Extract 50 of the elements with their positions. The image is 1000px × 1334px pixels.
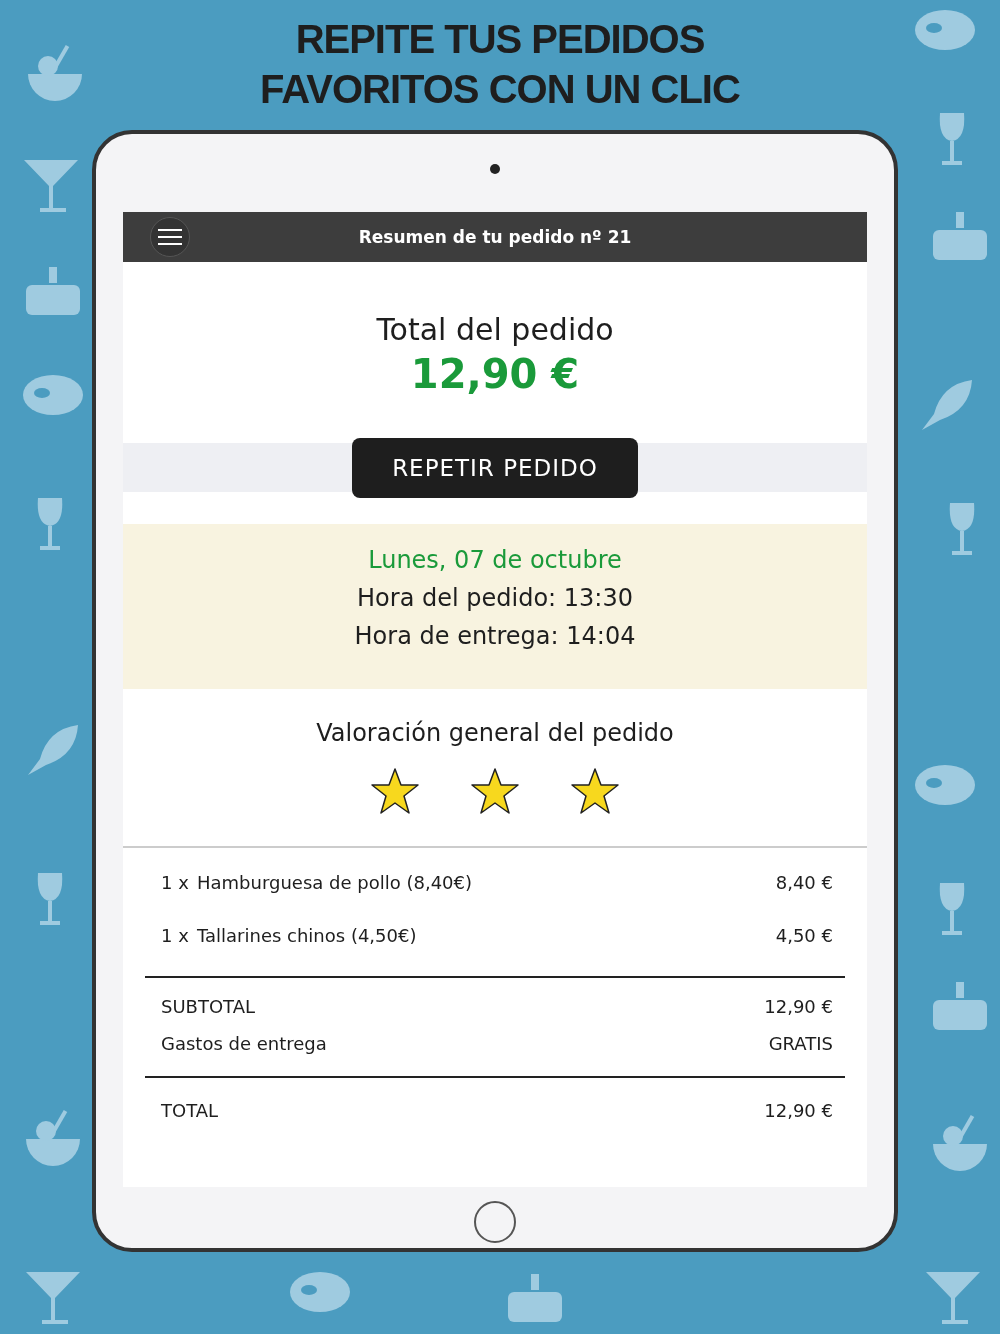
order-time: Hora del pedido: 13:30 (357, 584, 633, 612)
noodle-bowl-icon (26, 1110, 80, 1166)
camera-dot (490, 164, 500, 174)
item-price: 8,40 € (775, 872, 833, 893)
item-name: Hamburguesa de pollo (8,40€) (197, 872, 474, 893)
cake-icon (26, 267, 80, 315)
menu-icon (158, 228, 182, 246)
fish-icon (922, 380, 972, 430)
cake-icon (933, 982, 987, 1030)
steak-icon (290, 1272, 350, 1312)
wine-glass-icon (939, 883, 965, 935)
rating-label: Valoración general del pedido (316, 719, 674, 747)
cake-icon (933, 212, 987, 260)
cocktail-glass-icon (24, 160, 78, 212)
wine-glass-icon (37, 498, 63, 550)
home-button[interactable] (474, 1201, 516, 1243)
item-quantity: 1 x (161, 872, 190, 893)
repeat-order-button[interactable]: REPETIR PEDIDO (352, 437, 638, 498)
delivery-time: Hora de entrega: 14:04 (354, 622, 636, 650)
wine-glass-icon (37, 873, 63, 925)
order-date: Lunes, 07 de octubre (368, 546, 622, 574)
fish-icon (28, 725, 78, 775)
wine-glass-icon (949, 503, 975, 555)
summary-label: Gastos de entrega (161, 1033, 327, 1054)
steak-icon (915, 765, 975, 805)
headline: REPITE TUS PEDIDOS (295, 16, 705, 63)
star-icon (470, 767, 520, 815)
noodle-bowl-icon (933, 1115, 987, 1171)
summary-value: GRATIS (768, 1033, 833, 1054)
total-row-value: 12,90 € (764, 1100, 833, 1121)
steak-icon (915, 10, 975, 50)
item-name: Tallarines chinos (4,50€) (197, 925, 418, 946)
cocktail-glass-icon (26, 1272, 80, 1324)
total-row-label: TOTAL (161, 1100, 219, 1121)
star-icon (570, 767, 620, 815)
star-icon (370, 767, 420, 815)
summary-value: 12,90 € (764, 996, 833, 1017)
item-quantity: 1 x (161, 925, 190, 946)
headline: FAVORITOS CON UN CLIC (260, 66, 740, 113)
menu-button[interactable] (150, 217, 190, 257)
item-price: 4,50 € (775, 925, 833, 946)
screen-title: Resumen de tu pedido nº 21 (358, 227, 632, 247)
wine-glass-icon (939, 113, 965, 165)
summary-label: SUBTOTAL (161, 996, 256, 1017)
total-amount: 12,90 € (410, 351, 580, 397)
cocktail-glass-icon (926, 1272, 980, 1324)
steak-icon (23, 375, 83, 415)
noodle-bowl-icon (28, 45, 82, 101)
total-label: Total del pedido (376, 312, 614, 347)
cake-icon (508, 1274, 562, 1322)
